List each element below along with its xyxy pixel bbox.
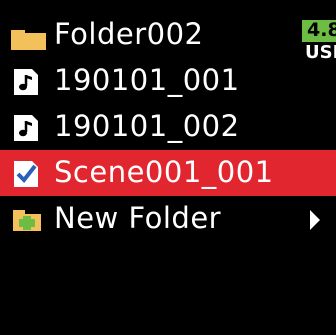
battery-value: 4.8: [307, 19, 336, 41]
list-item-selected[interactable]: Scene001_001: [0, 150, 336, 196]
file-browser-screen: Folder002 4.8 USE 190101_001 190101_002 …: [0, 0, 336, 335]
list-item-label: 190101_002: [54, 109, 240, 143]
audio-file-icon: [14, 115, 38, 141]
chevron-right-icon: [310, 210, 320, 230]
new-folder-icon: [13, 210, 41, 231]
list-item[interactable]: 190101_002: [0, 104, 336, 150]
list-item[interactable]: 190101_001: [0, 58, 336, 104]
list-item-label: 190101_001: [54, 63, 240, 97]
audio-file-icon: [14, 69, 38, 95]
list-item-label: Scene001_001: [54, 155, 274, 189]
checked-file-icon: [14, 161, 38, 187]
list-item[interactable]: New Folder: [0, 196, 336, 242]
folder-header: Folder002 4.8 USE: [0, 12, 336, 63]
current-folder-name: Folder002: [54, 17, 204, 51]
list-item-label: New Folder: [54, 201, 222, 235]
folder-icon: [11, 30, 46, 50]
